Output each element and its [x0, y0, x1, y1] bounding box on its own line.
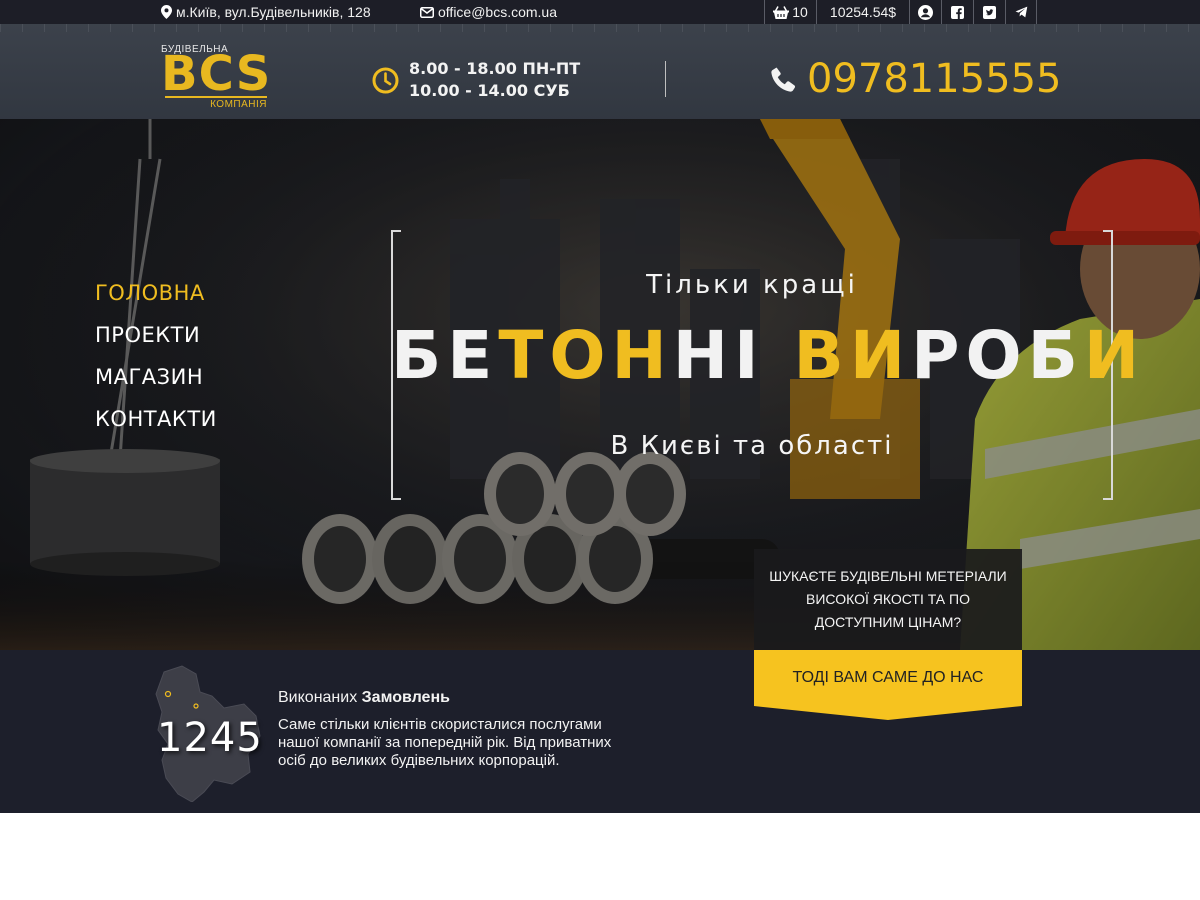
- hero-title: БЕТОННІ ВИРОБИ: [391, 317, 1139, 394]
- phone-icon: [770, 66, 797, 93]
- hero-title-part: ОБ: [965, 317, 1084, 394]
- basket-icon: [773, 5, 790, 19]
- twitter-icon: [983, 5, 996, 19]
- telegram-icon: [1015, 6, 1028, 18]
- logo-bottom-text: КОМПАНІЯ: [210, 99, 267, 110]
- envelope-icon: [420, 6, 434, 18]
- stats-title-bold: Замовлень: [361, 689, 450, 706]
- hero-banner: ГОЛОВНА ПРОЕКТИ МАГАЗИН КОНТАКТИ Тільки …: [0, 119, 1200, 650]
- nav-shop[interactable]: МАГАЗИН: [95, 364, 217, 406]
- hero-title-part: И: [1083, 317, 1146, 394]
- stats-description: Саме стільки клієнтів скористалися послу…: [278, 716, 612, 769]
- promo-text: ШУКАЄТЕ БУДІВЕЛЬНІ МЕТЕРІАЛИ ВИСОКОЇ ЯКО…: [769, 568, 1007, 630]
- facebook-link[interactable]: [941, 0, 973, 24]
- header-divider: [665, 61, 666, 97]
- clock-icon: [372, 67, 399, 94]
- cart-count: 10: [792, 4, 808, 20]
- logo-main-text: BCS: [161, 48, 271, 100]
- hours-weekdays: 8.00 - 18.00 ПН-ПТ: [409, 59, 581, 78]
- cta-button[interactable]: ТОДІ ВАМ САМЕ ДО НАС: [754, 650, 1022, 722]
- hero-title-part: НІ: [672, 317, 794, 394]
- address: м.Київ, вул.Будівельників, 128: [161, 0, 371, 24]
- site-header: БУДІВЕЛЬНА BCS КОМПАНІЯ 8.00 - 18.00 ПН-…: [0, 24, 1200, 119]
- nav-projects[interactable]: ПРОЕКТИ: [95, 322, 217, 364]
- nav-contacts[interactable]: КОНТАКТИ: [95, 406, 217, 448]
- nav-home[interactable]: ГОЛОВНА: [95, 280, 217, 322]
- hero-title-part: БЕ: [391, 317, 499, 394]
- main-nav: ГОЛОВНА ПРОЕКТИ МАГАЗИН КОНТАКТИ: [95, 280, 217, 448]
- orders-count: 1245: [157, 715, 263, 761]
- email-text: office@bcs.com.ua: [438, 4, 558, 20]
- facebook-icon: [951, 5, 964, 19]
- hours-saturday: 10.00 - 14.00 СУБ: [409, 81, 570, 100]
- cart-button[interactable]: 10: [764, 0, 816, 24]
- phone-link[interactable]: 0978115555: [770, 56, 1062, 102]
- cart-total-text: 10254.54$: [829, 4, 897, 20]
- stats-title: Виконаних Замовлень: [278, 689, 450, 707]
- logo-underline: [165, 96, 267, 98]
- hero-subtitle: Тільки кращі: [646, 270, 858, 300]
- phone-number: 0978115555: [807, 56, 1062, 102]
- user-circle-icon: [918, 4, 933, 20]
- hero-title-part: ВИ: [793, 317, 912, 394]
- telegram-link[interactable]: [1005, 0, 1037, 24]
- cart-total[interactable]: 10254.54$: [816, 0, 909, 24]
- account-button[interactable]: [909, 0, 941, 24]
- hero-region: В Києві та області: [610, 431, 894, 461]
- top-bar: м.Київ, вул.Будівельників, 128 office@bc…: [0, 0, 1200, 24]
- logo-main-letters: BCS: [161, 46, 272, 102]
- cta-label: ТОДІ ВАМ САМЕ ДО НАС: [792, 669, 984, 686]
- logo[interactable]: БУДІВЕЛЬНА BCS КОМПАНІЯ: [161, 44, 271, 112]
- promo-box: ШУКАЄТЕ БУДІВЕЛЬНІ МЕТЕРІАЛИ ВИСОКОЇ ЯКО…: [754, 549, 1022, 650]
- address-text: м.Київ, вул.Будівельників, 128: [176, 4, 371, 20]
- map-marker-icon: [161, 5, 172, 19]
- hero-title-part: Р: [911, 317, 966, 394]
- hero-title-part: ТОН: [498, 317, 673, 394]
- hours-text: 8.00 - 18.00 ПН-ПТ 10.00 - 14.00 СУБ: [409, 58, 580, 102]
- email-link[interactable]: office@bcs.com.ua: [420, 0, 557, 24]
- twitter-link[interactable]: [973, 0, 1005, 24]
- working-hours: 8.00 - 18.00 ПН-ПТ 10.00 - 14.00 СУБ: [372, 58, 580, 102]
- stats-title-normal: Виконаних: [278, 689, 362, 706]
